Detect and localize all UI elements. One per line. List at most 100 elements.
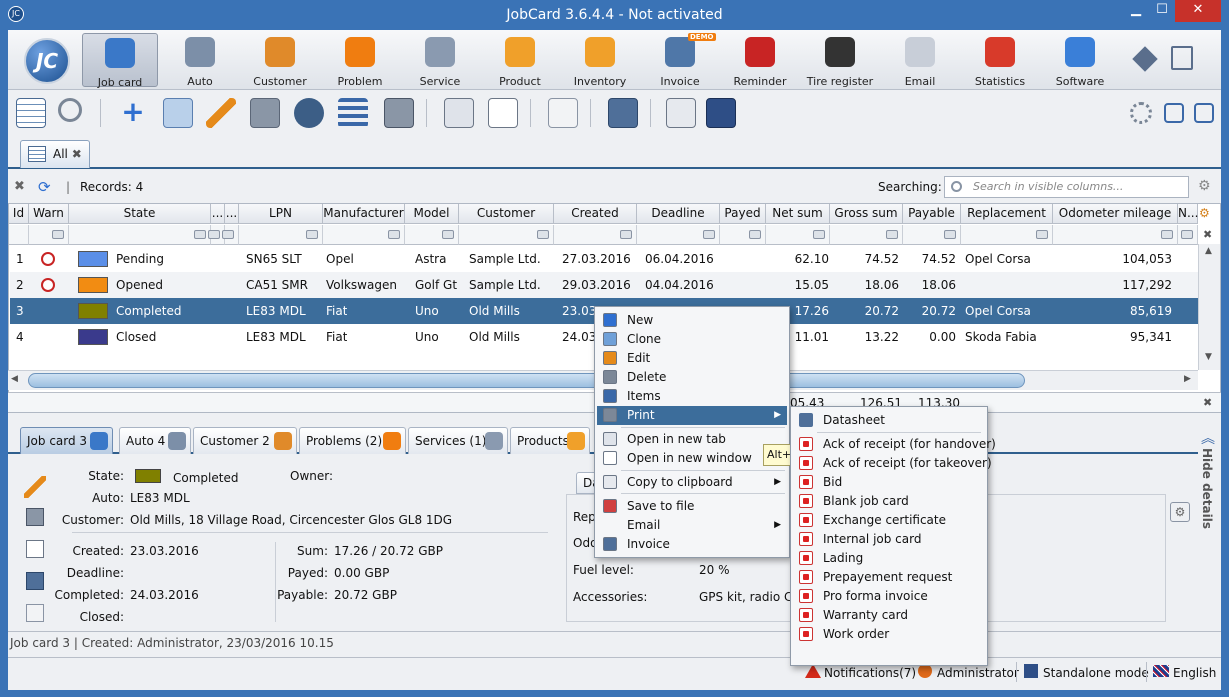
- panels-icon[interactable]: [1194, 103, 1214, 123]
- settings-icon[interactable]: [1130, 102, 1152, 124]
- refresh-icon[interactable]: ⟳: [38, 178, 51, 196]
- detail-tab[interactable]: Auto 4: [119, 427, 191, 454]
- ribbon-customer-button[interactable]: Customer: [242, 33, 318, 88]
- column-filter[interactable]: [323, 225, 405, 245]
- menu-item-edit[interactable]: Edit: [597, 349, 787, 368]
- column-header[interactable]: Warn: [29, 204, 69, 224]
- new-window-icon[interactable]: [444, 98, 474, 128]
- items-badge-icon[interactable]: [294, 98, 324, 128]
- column-filter[interactable]: [830, 225, 903, 245]
- column-filter[interactable]: [239, 225, 323, 245]
- ribbon-software-button[interactable]: Software: [1042, 33, 1118, 88]
- edit-icon[interactable]: [206, 98, 236, 128]
- column-header[interactable]: Gross sum: [830, 204, 903, 224]
- ribbon-reminder-button[interactable]: Reminder: [722, 33, 798, 88]
- print-option[interactable]: Ack of receipt (for takeover): [793, 454, 992, 473]
- jc-logo[interactable]: JC: [24, 38, 70, 84]
- column-filter[interactable]: [766, 225, 830, 245]
- new-tab-detail-icon[interactable]: [26, 540, 44, 558]
- menu-item-copy-to-clipboard[interactable]: Copy to clipboard ▶: [597, 473, 787, 492]
- datasheet-detail-icon[interactable]: [26, 572, 44, 590]
- notifications-link[interactable]: Notifications(7): [824, 666, 916, 680]
- clear-filters-icon[interactable]: ✖: [1203, 228, 1212, 241]
- column-header[interactable]: Model: [405, 204, 459, 224]
- search-settings-icon[interactable]: ⚙: [1198, 178, 1211, 194]
- column-header[interactable]: ...: [211, 204, 225, 224]
- column-header[interactable]: Replacement: [961, 204, 1053, 224]
- ribbon-inventory-button[interactable]: Inventory: [562, 33, 638, 88]
- maximize-button[interactable]: ☐: [1149, 0, 1175, 22]
- column-header[interactable]: Id: [9, 204, 29, 224]
- print-option[interactable]: Exchange certificate: [793, 511, 985, 530]
- table-view-icon[interactable]: [16, 98, 46, 128]
- clone-icon[interactable]: [163, 98, 193, 128]
- column-filter[interactable]: [459, 225, 554, 245]
- column-header[interactable]: State: [69, 204, 211, 224]
- menu-item-new[interactable]: New: [597, 311, 787, 330]
- ribbon-service-button[interactable]: Service: [402, 33, 478, 88]
- column-header[interactable]: Net sum: [766, 204, 830, 224]
- print-detail-icon[interactable]: [26, 508, 44, 526]
- language-label[interactable]: English: [1173, 666, 1216, 680]
- ribbon-job-card-button[interactable]: Job card: [82, 33, 158, 89]
- header-settings-icon[interactable]: ⚙: [1199, 206, 1217, 222]
- print-option[interactable]: Internal job card: [793, 530, 985, 549]
- print-option[interactable]: Warranty card: [793, 606, 985, 625]
- detail-tab[interactable]: Products (1): [510, 427, 590, 474]
- close-button[interactable]: ✕: [1175, 0, 1221, 22]
- menu-item-invoice[interactable]: Invoice: [597, 535, 787, 554]
- menu-item-email[interactable]: Email ▶: [597, 516, 787, 535]
- save-file-icon[interactable]: [608, 98, 638, 128]
- menu-item-save-to-file[interactable]: Save to file: [597, 497, 787, 516]
- new-tab-icon[interactable]: [488, 98, 518, 128]
- column-filter[interactable]: [69, 225, 211, 245]
- detail-tab[interactable]: Job card 3: [20, 427, 113, 454]
- close-tab-icon[interactable]: ✖: [72, 147, 82, 161]
- ribbon-product-button[interactable]: Product: [482, 33, 558, 88]
- ribbon-statistics-button[interactable]: Statistics: [962, 33, 1038, 88]
- print-option[interactable]: Blank job card: [793, 492, 985, 511]
- column-header[interactable]: Manufacturer: [323, 204, 405, 224]
- menu-item-print[interactable]: Print ▶: [597, 406, 787, 425]
- column-header[interactable]: Payed: [720, 204, 766, 224]
- vertical-scrollbar[interactable]: ▲ ▼: [1198, 244, 1220, 370]
- user-label[interactable]: Administrator: [937, 666, 1019, 680]
- print-icon[interactable]: [384, 98, 414, 128]
- mode-label[interactable]: Standalone mode: [1043, 666, 1149, 680]
- clear-totals-icon[interactable]: ✖: [1203, 396, 1212, 409]
- save-icon[interactable]: [706, 98, 736, 128]
- email-icon[interactable]: [666, 98, 696, 128]
- menu-item-clone[interactable]: Clone: [597, 330, 787, 349]
- column-header[interactable]: Customer: [459, 204, 554, 224]
- column-header[interactable]: Created: [554, 204, 637, 224]
- print-option[interactable]: Ack of receipt (for handover): [793, 435, 996, 454]
- column-header[interactable]: N...: [1178, 204, 1198, 224]
- tab-all[interactable]: All ✖: [20, 140, 90, 168]
- search-input[interactable]: Search in visible columns...: [944, 176, 1189, 198]
- delete-icon[interactable]: [250, 98, 280, 128]
- list-icon[interactable]: [338, 98, 368, 128]
- scroll-thumb[interactable]: [28, 373, 1025, 388]
- minimize-button[interactable]: ▁: [1123, 0, 1149, 22]
- menu-item-delete[interactable]: Delete: [597, 368, 787, 387]
- hide-details-toggle[interactable]: ︽ Hide details: [1196, 428, 1220, 538]
- table-row[interactable]: 2 Opened CA51 SMR Volkswagen Golf Gt Sample L…: [10, 272, 1199, 298]
- scroll-up-icon[interactable]: ▲: [1205, 246, 1212, 256]
- column-filter[interactable]: [29, 225, 69, 245]
- print-option[interactable]: Datasheet: [793, 411, 985, 430]
- ribbon-invoice-button[interactable]: DEMO Invoice: [642, 33, 718, 88]
- menu-item-open-in-new-window[interactable]: Open in new window: [597, 449, 787, 468]
- copy-detail-icon[interactable]: [26, 604, 44, 622]
- detail-tab[interactable]: Problems (2): [299, 427, 406, 454]
- column-filter[interactable]: [637, 225, 720, 245]
- column-header[interactable]: Payable: [903, 204, 961, 224]
- ribbon-tire-register-button[interactable]: Tire register: [802, 33, 878, 88]
- column-filter[interactable]: [961, 225, 1053, 245]
- detail-tab[interactable]: Customer 2: [193, 427, 297, 454]
- print-option[interactable]: Lading: [793, 549, 985, 568]
- column-header[interactable]: Deadline: [637, 204, 720, 224]
- print-option[interactable]: Work order: [793, 625, 985, 644]
- column-filter[interactable]: [222, 225, 239, 245]
- scroll-left-icon[interactable]: ◀: [11, 374, 18, 384]
- column-header[interactable]: Odometer mileage: [1053, 204, 1178, 224]
